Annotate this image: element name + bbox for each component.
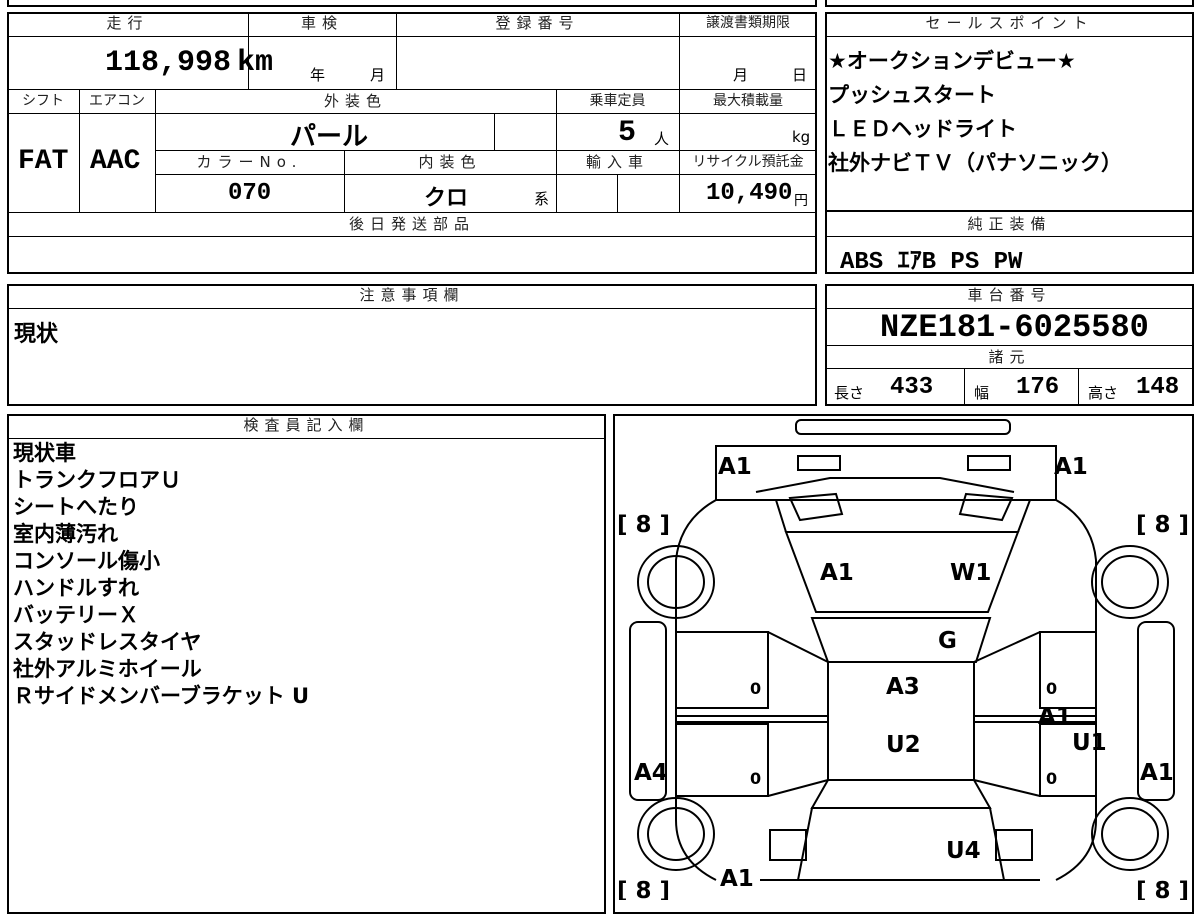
door-rr-mark: 0	[1046, 769, 1057, 788]
rear-window	[810, 779, 992, 809]
windshield	[810, 617, 992, 663]
rear-left-code: A1	[720, 866, 754, 892]
trunk-code: U4	[946, 838, 981, 864]
front-bumper	[795, 419, 1011, 435]
right-door-rear-code: U1	[1072, 730, 1107, 756]
tread-fl: [ 8 ]	[617, 512, 670, 538]
door-fr-mark: 0	[1046, 679, 1057, 698]
front-right-corner-code: A1	[1054, 454, 1088, 480]
tread-fr: [ 8 ]	[1136, 512, 1189, 538]
rear-lamp-left	[769, 829, 807, 861]
door-fl-mark: 0	[750, 679, 761, 698]
roof-front-code: A3	[886, 674, 920, 700]
hood-right-code: W1	[950, 560, 991, 586]
headlight-left	[797, 455, 841, 471]
grille	[755, 477, 1015, 493]
body-right-side	[1055, 499, 1097, 881]
left-rear-side-code: A4	[634, 760, 668, 786]
windshield-code: G	[938, 628, 957, 654]
roof-rear-code: U2	[886, 732, 921, 758]
right-door-front-code: A1	[1038, 704, 1072, 730]
rear-lamp-right	[995, 829, 1033, 861]
headlight-right	[967, 455, 1011, 471]
door-rl-mark: 0	[750, 769, 761, 788]
hood-left-code: A1	[820, 560, 854, 586]
right-rear-side-code: A1	[1140, 760, 1174, 786]
car-diagram: [ 8 ] [ 8 ] [ 8 ] [ 8 ] A1 A1 A1 W1 G A3…	[617, 419, 1189, 900]
front-body-outline	[715, 445, 1057, 501]
hood-top	[775, 499, 1031, 533]
tread-rr: [ 8 ]	[1136, 878, 1189, 900]
front-grille-pieces	[788, 492, 1014, 522]
front-left-corner-code: A1	[718, 454, 752, 480]
tread-rl: [ 8 ]	[617, 878, 670, 900]
